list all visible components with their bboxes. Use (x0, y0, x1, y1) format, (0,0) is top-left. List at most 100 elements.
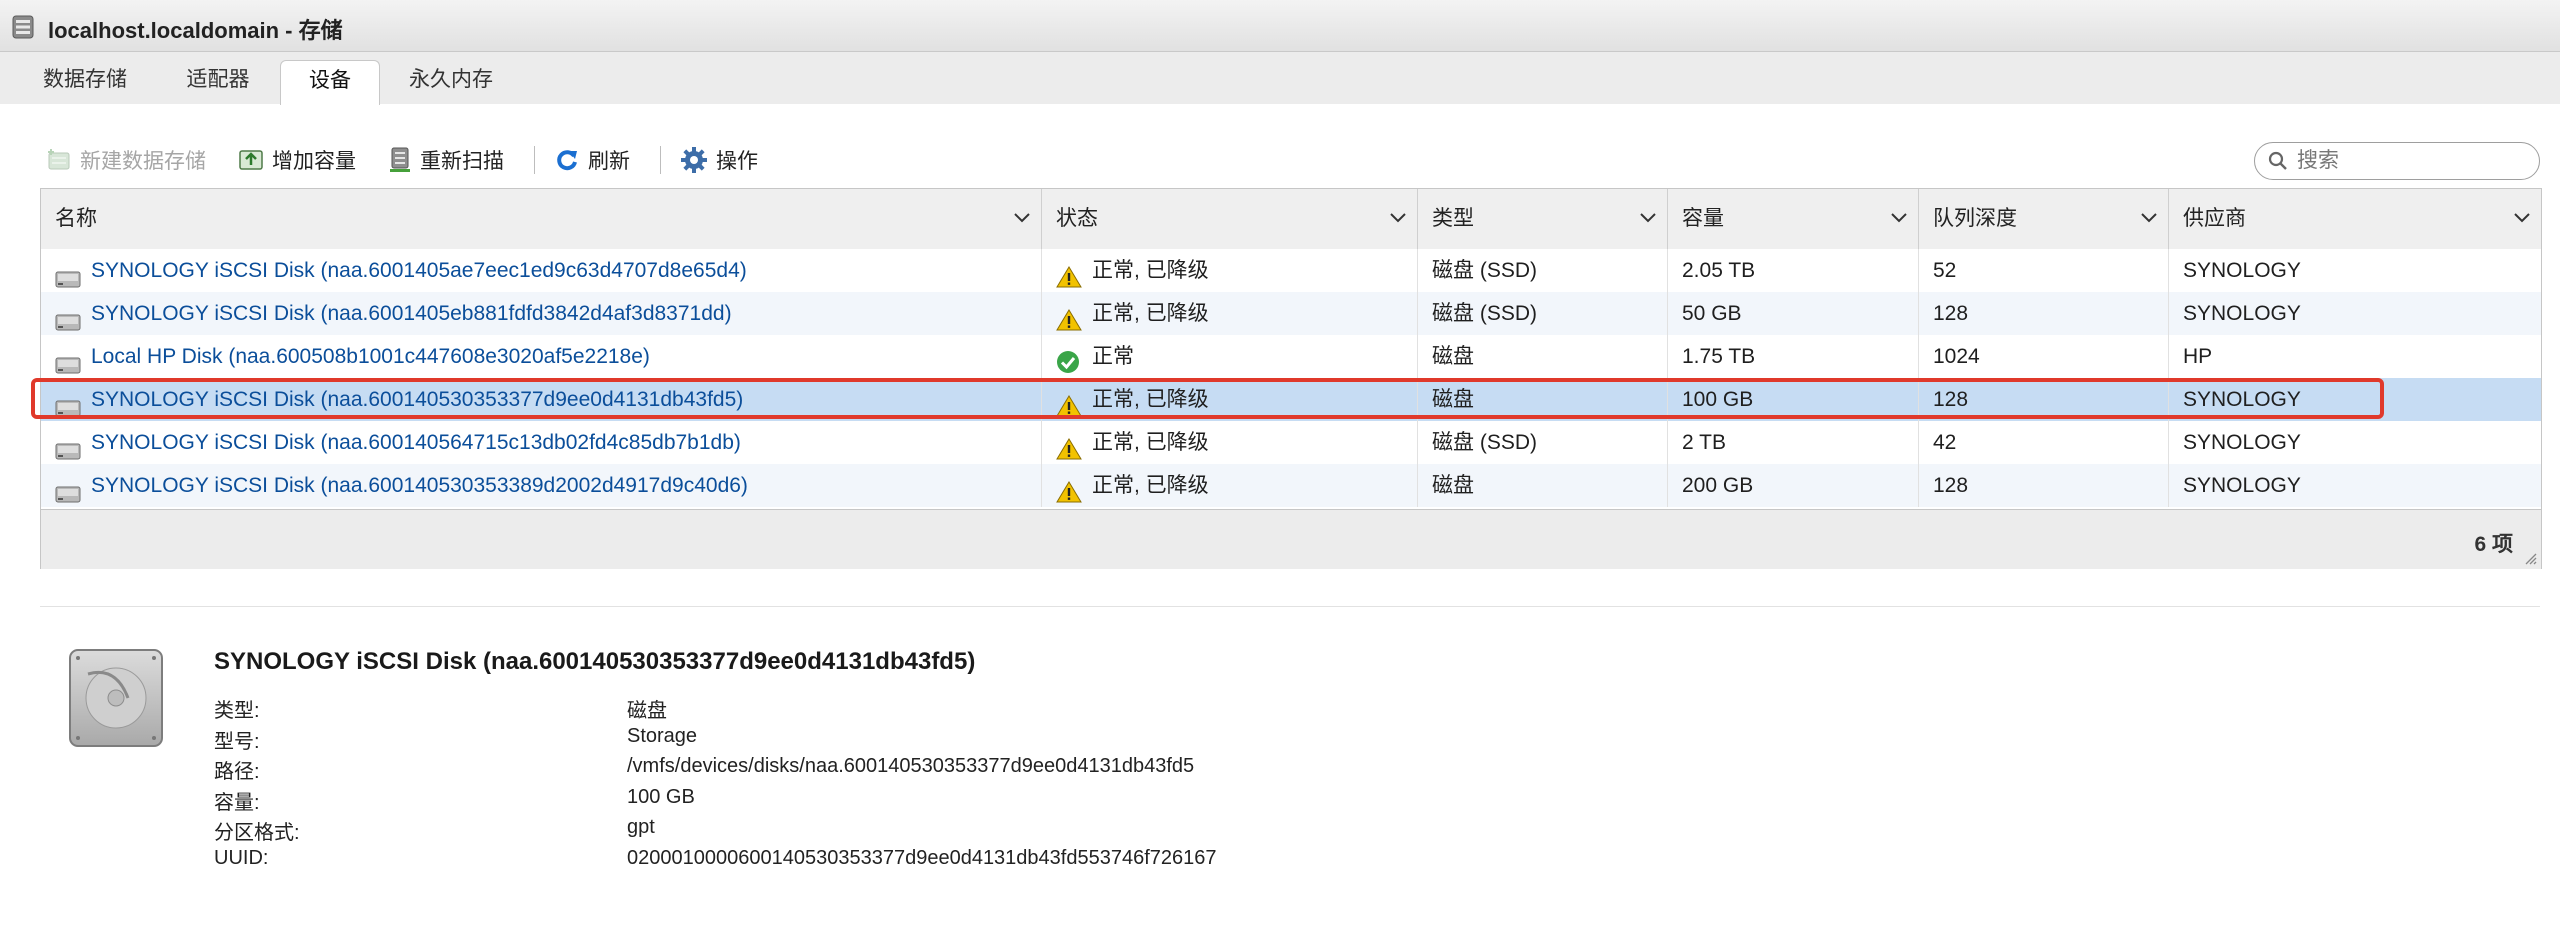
cell-type: 磁盘 (SSD) (1418, 421, 1668, 464)
new-datastore-icon (48, 149, 70, 170)
cell-status: 正常 (1042, 335, 1418, 378)
increase-capacity-button[interactable]: 增加容量 (238, 140, 356, 180)
actions-label: 操作 (716, 150, 758, 173)
device-name-link[interactable]: SYNOLOGY iSCSI Disk (naa.6001405eb881fdf… (91, 292, 732, 335)
disk-icon (55, 261, 81, 292)
table-body: SYNOLOGY iSCSI Disk (naa.6001405ae7eec1e… (41, 249, 2541, 509)
table-header: 名称 状态 类型 容量 队列深度 供应商 (41, 189, 2541, 250)
actions-button[interactable]: 操作 (680, 140, 758, 180)
cell-queue-depth: 128 (1919, 464, 2169, 507)
cell-name: SYNOLOGY iSCSI Disk (naa.600140530353377… (41, 378, 1042, 421)
toolbar-divider (660, 146, 661, 174)
rescan-label: 重新扫描 (420, 150, 504, 173)
cell-vendor: SYNOLOGY (2183, 431, 2301, 454)
device-name-link[interactable]: SYNOLOGY iSCSI Disk (naa.600140530353377… (91, 378, 743, 421)
table-row[interactable]: SYNOLOGY iSCSI Disk (naa.600140530353389… (41, 464, 2541, 507)
status-text: 正常, 已降级 (1092, 474, 1209, 497)
chevron-down-icon[interactable] (2513, 211, 2531, 225)
tab-datastores[interactable]: 数据存储 (22, 60, 148, 104)
title-bar: localhost.localdomain - 存储 (0, 0, 2560, 52)
column-header-status[interactable]: 状态 (1042, 189, 1418, 249)
disk-icon (55, 304, 81, 335)
refresh-icon (557, 150, 577, 171)
item-count: 6 项 (2474, 533, 2513, 556)
column-header-label: 状态 (1056, 207, 1098, 230)
disk-icon (55, 433, 81, 464)
rescan-icon (390, 147, 410, 172)
column-header-type[interactable]: 类型 (1418, 189, 1668, 249)
refresh-button[interactable]: 刷新 (554, 140, 630, 180)
device-name-link[interactable]: SYNOLOGY iSCSI Disk (naa.600140564715c13… (91, 421, 741, 464)
table-row[interactable]: Local HP Disk (naa.600508b1001c447608e30… (41, 335, 2541, 378)
chevron-down-icon[interactable] (1013, 211, 1031, 225)
table-row[interactable]: SYNOLOGY iSCSI Disk (naa.6001405eb881fdf… (41, 292, 2541, 335)
cell-name: SYNOLOGY iSCSI Disk (naa.6001405ae7eec1e… (41, 249, 1042, 292)
cell-type: 磁盘 (SSD) (1418, 292, 1668, 335)
property-label: UUID: (214, 846, 269, 869)
warning-icon (1056, 260, 1082, 292)
search-icon (2268, 151, 2287, 170)
cell-capacity: 1.75 TB (1668, 335, 1919, 378)
cell-status: 正常, 已降级 (1042, 464, 1418, 507)
column-header-capacity[interactable]: 容量 (1668, 189, 1919, 249)
rescan-button[interactable]: 重新扫描 (388, 140, 504, 180)
cell-queue-depth: 1024 (1919, 335, 2169, 378)
ok-icon (1056, 346, 1080, 378)
cell-capacity: 50 GB (1668, 292, 1919, 335)
property-value: 磁盘 (627, 700, 667, 722)
column-header-label: 队列深度 (1933, 207, 2017, 230)
tab-persistent-memory[interactable]: 永久内存 (388, 60, 514, 104)
cell-name: Local HP Disk (naa.600508b1001c447608e30… (41, 335, 1042, 378)
cell-queue-depth: 42 (1919, 421, 2169, 464)
property-label: 型号: (214, 730, 260, 753)
property-label: 分区格式: (214, 822, 300, 844)
column-header-name[interactable]: 名称 (41, 189, 1042, 249)
table-row[interactable]: SYNOLOGY iSCSI Disk (naa.600140564715c13… (41, 421, 2541, 464)
cell-status: 正常, 已降级 (1042, 421, 1418, 464)
gear-icon (681, 147, 707, 173)
cell-name: SYNOLOGY iSCSI Disk (naa.600140564715c13… (41, 421, 1042, 464)
device-name-link[interactable]: SYNOLOGY iSCSI Disk (naa.600140530353389… (91, 464, 748, 507)
column-header-label: 容量 (1682, 207, 1724, 230)
column-header-vendor[interactable]: 供应商 (2169, 189, 2541, 249)
toolbar-divider (534, 146, 535, 174)
search-input[interactable] (2295, 148, 2529, 174)
warning-icon (1056, 303, 1082, 335)
chevron-down-icon[interactable] (1639, 211, 1657, 225)
chevron-down-icon[interactable] (1890, 211, 1908, 225)
chevron-down-icon[interactable] (2140, 211, 2158, 225)
chevron-down-icon[interactable] (1389, 211, 1407, 225)
cell-capacity: 100 GB (1668, 378, 1919, 421)
column-header-queue-depth[interactable]: 队列深度 (1919, 189, 2169, 249)
status-text: 正常, 已降级 (1092, 259, 1209, 282)
tab-devices[interactable]: 设备 (280, 60, 380, 105)
tab-adapters[interactable]: 适配器 (162, 60, 274, 104)
disk-icon (55, 390, 81, 421)
device-name-link[interactable]: SYNOLOGY iSCSI Disk (naa.6001405ae7eec1e… (91, 249, 747, 292)
status-text: 正常, 已降级 (1092, 431, 1209, 454)
storage-icon (12, 15, 34, 39)
property-value: Storage (627, 724, 698, 747)
cell-status: 正常, 已降级 (1042, 292, 1418, 335)
warning-icon (1056, 432, 1082, 464)
refresh-label: 刷新 (588, 150, 630, 173)
window-title: localhost.localdomain - 存储 (48, 18, 343, 43)
cell-name: SYNOLOGY iSCSI Disk (naa.6001405eb881fdf… (41, 292, 1042, 335)
device-name-link[interactable]: Local HP Disk (naa.600508b1001c447608e30… (91, 335, 650, 378)
devices-table: 名称 状态 类型 容量 队列深度 供应商 SYNOLOGY iSCSI Disk… (40, 188, 2542, 569)
cell-queue-depth: 52 (1919, 249, 2169, 292)
table-row[interactable]: SYNOLOGY iSCSI Disk (naa.600140530353377… (41, 378, 2541, 421)
property-value: 0200010000600140530353377d9ee0d4131db43f… (627, 846, 1217, 869)
property-value: 100 GB (627, 785, 695, 808)
increase-capacity-icon (239, 150, 263, 170)
resize-grip-icon[interactable] (2523, 551, 2537, 565)
table-row[interactable]: SYNOLOGY iSCSI Disk (naa.6001405ae7eec1e… (41, 249, 2541, 292)
column-header-label: 类型 (1432, 207, 1474, 230)
new-datastore-button[interactable]: 新建数据存储 (46, 140, 206, 180)
property-label: 路径: (214, 761, 260, 783)
cell-type: 磁盘 (SSD) (1418, 249, 1668, 292)
cell-vendor: SYNOLOGY (2183, 388, 2301, 411)
search-box[interactable] (2254, 142, 2540, 180)
property-label: 容量: (214, 791, 260, 814)
column-header-label: 供应商 (2183, 207, 2246, 230)
